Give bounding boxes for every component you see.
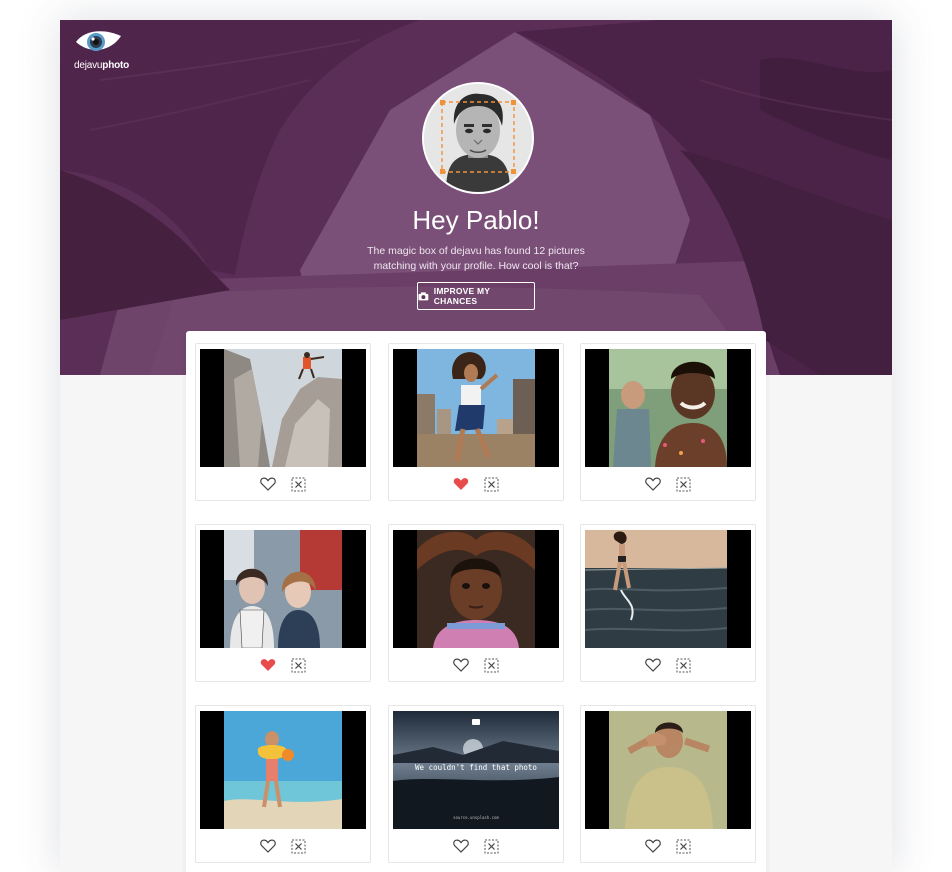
photo-card	[388, 524, 564, 682]
photo-card	[580, 705, 756, 863]
dismiss-button[interactable]	[288, 655, 308, 675]
heart-filled-icon	[453, 478, 469, 490]
photo-card	[195, 705, 371, 863]
photo-thumbnail[interactable]	[200, 349, 366, 467]
hero-title: Hey Pablo!	[412, 205, 540, 235]
heart-outline-icon	[453, 839, 469, 853]
dismiss-button[interactable]	[673, 655, 693, 675]
photo-thumbnail[interactable]	[200, 711, 366, 829]
hero-banner: dejavuphoto Hey Pablo! The magic box of …	[60, 20, 892, 375]
photo-card: We couldn't find that photo source.unspl…	[388, 705, 564, 863]
photo-thumbnail[interactable]	[585, 711, 751, 829]
like-button-active[interactable]	[258, 655, 278, 675]
photo-thumbnail[interactable]	[393, 530, 559, 648]
photo-thumbnail[interactable]	[585, 349, 751, 467]
dismiss-box-icon	[676, 477, 690, 491]
heart-filled-icon	[260, 659, 276, 671]
improve-chances-button[interactable]: IMPROVE MY CHANCES	[417, 282, 535, 310]
photo-card	[195, 343, 371, 501]
dismiss-box-icon	[291, 477, 305, 491]
logo-part1: dejavu	[74, 60, 103, 71]
dismiss-box-icon	[676, 839, 690, 853]
like-button-active[interactable]	[451, 474, 471, 494]
dismiss-button[interactable]	[288, 836, 308, 856]
hero-subtitle-line2: matching with your profile. How cool is …	[373, 260, 579, 272]
heart-outline-icon	[645, 658, 661, 672]
dismiss-box-icon	[484, 839, 498, 853]
profile-avatar	[422, 82, 534, 194]
heart-outline-icon	[260, 477, 276, 491]
dismiss-button[interactable]	[481, 836, 501, 856]
results-panel: We couldn't find that photo source.unspl…	[186, 331, 766, 872]
hero-background-image	[60, 20, 892, 375]
page: dejavuphoto Hey Pablo! The magic box of …	[60, 20, 892, 872]
photo-card	[580, 524, 756, 682]
photo-thumbnail-missing[interactable]: We couldn't find that photo source.unspl…	[393, 711, 559, 829]
missing-photo-message: We couldn't find that photo	[415, 763, 537, 772]
dismiss-box-icon	[291, 839, 305, 853]
logo-part2: photo	[102, 60, 130, 71]
dismiss-button[interactable]	[481, 474, 501, 494]
hero-subtitle: The magic box of dejavu has found 12 pic…	[326, 244, 626, 274]
like-button[interactable]	[451, 655, 471, 675]
heart-outline-icon	[260, 839, 276, 853]
dismiss-button[interactable]	[288, 474, 308, 494]
dejavu-logo[interactable]: dejavuphoto	[74, 28, 138, 74]
like-button[interactable]	[643, 836, 663, 856]
like-button[interactable]	[643, 655, 663, 675]
hero-subtitle-line1: The magic box of dejavu has found 12 pic…	[367, 245, 585, 257]
like-button[interactable]	[258, 474, 278, 494]
photo-thumbnail[interactable]	[393, 349, 559, 467]
dismiss-box-icon	[291, 658, 305, 672]
camera-icon	[418, 291, 429, 300]
photo-thumbnail[interactable]	[585, 530, 751, 648]
dismiss-box-icon	[484, 658, 498, 672]
photo-card	[195, 524, 371, 682]
dismiss-button[interactable]	[673, 474, 693, 494]
dismiss-box-icon	[676, 658, 690, 672]
logo-wordmark: dejavuphoto	[74, 60, 138, 71]
dismiss-box-icon	[484, 477, 498, 491]
eye-logo-icon	[76, 31, 121, 51]
heart-outline-icon	[453, 658, 469, 672]
photo-card	[388, 343, 564, 501]
missing-photo-source: source.unsplash.com	[453, 815, 499, 820]
heart-outline-icon	[645, 477, 661, 491]
heart-outline-icon	[645, 839, 661, 853]
camera-icon	[472, 719, 480, 725]
dismiss-button[interactable]	[481, 655, 501, 675]
dismiss-button[interactable]	[673, 836, 693, 856]
photo-card	[580, 343, 756, 501]
like-button[interactable]	[451, 836, 471, 856]
like-button[interactable]	[643, 474, 663, 494]
photo-thumbnail[interactable]	[200, 530, 366, 648]
like-button[interactable]	[258, 836, 278, 856]
improve-chances-label: IMPROVE MY CHANCES	[433, 286, 490, 306]
